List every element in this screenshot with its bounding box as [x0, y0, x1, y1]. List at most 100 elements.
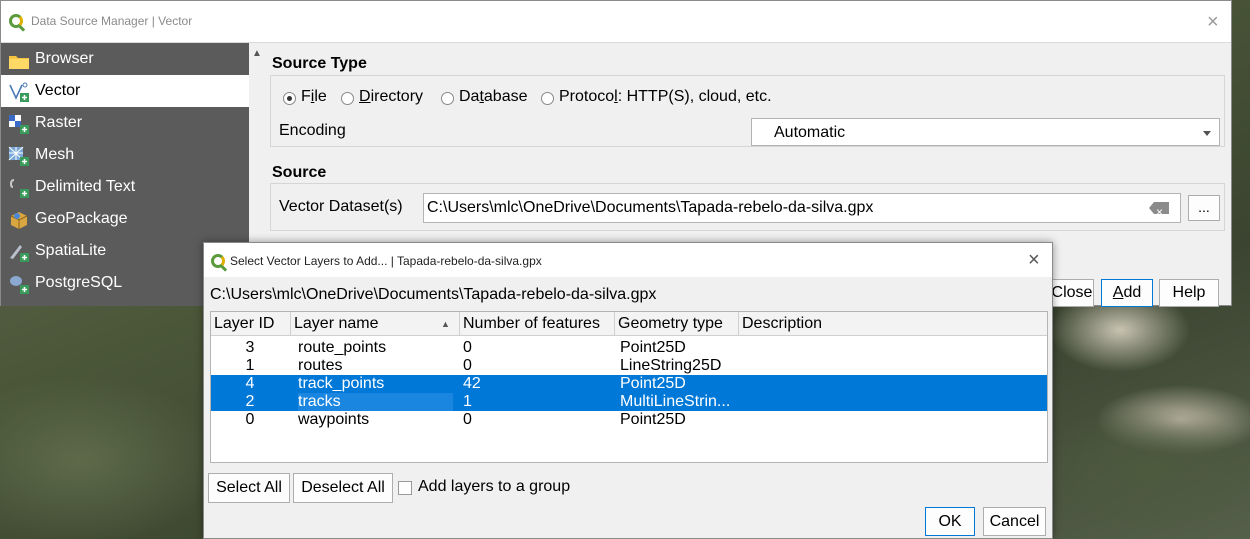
file-radio-label[interactable]: File	[301, 88, 327, 106]
vector-dataset-value: C:\Users\mlc\OneDrive\Documents\Tapada-r…	[427, 199, 874, 216]
description-cell	[744, 393, 1044, 411]
layers-table[interactable]: Layer ID Layer name ▲ Number of features…	[210, 311, 1048, 463]
sidebar-item-label: Raster	[35, 114, 83, 131]
geometry-type-cell: Point25D	[620, 411, 686, 428]
table-row[interactable]: 0 waypoints 0 Point25D	[211, 411, 1047, 429]
close-button[interactable]: Close	[1050, 279, 1094, 307]
description-cell	[744, 339, 1044, 357]
sidebar-item-browser[interactable]: Browser	[1, 43, 249, 75]
description-cell	[744, 375, 1044, 393]
source-group: Vector Dataset(s) C:\Users\mlc\OneDrive\…	[270, 183, 1225, 231]
column-header-description[interactable]: Description	[739, 312, 1047, 336]
protocol-radio-label[interactable]: Protocol: HTTP(S), cloud, etc.	[559, 88, 772, 106]
ok-button[interactable]: OK	[925, 507, 975, 536]
sidebar-item-label: Mesh	[35, 146, 75, 163]
column-header-layer-id[interactable]: Layer ID	[211, 312, 291, 336]
dialog-title-bar: Select Vector Layers to Add... | Tapada-…	[204, 243, 1052, 277]
column-header-number-of-features[interactable]: Number of features	[460, 312, 615, 336]
cancel-button[interactable]: Cancel	[983, 507, 1046, 536]
vector-layer-icon	[8, 82, 30, 102]
directory-radio[interactable]	[341, 92, 354, 105]
postgresql-icon	[8, 274, 30, 294]
browse-button[interactable]: ...	[1188, 195, 1220, 221]
spatialite-icon	[8, 242, 30, 262]
mesh-layer-icon	[8, 146, 30, 166]
layer-name-cell: tracks	[298, 393, 453, 411]
geometry-type-cell: LineString25D	[620, 357, 722, 374]
dialog-title: Select Vector Layers to Add... | Tapada-…	[230, 254, 542, 268]
description-cell	[744, 411, 1044, 429]
protocol-radio[interactable]	[541, 92, 554, 105]
table-row[interactable]: 1 routes 0 LineString25D	[211, 357, 1047, 375]
description-cell	[744, 357, 1044, 375]
dataset-path: C:\Users\mlc\OneDrive\Documents\Tapada-r…	[210, 286, 657, 303]
select-all-button[interactable]: Select All	[208, 473, 290, 503]
database-radio-label[interactable]: Database	[459, 88, 528, 106]
layer-id-cell: 3	[245, 339, 255, 356]
sidebar-item-label: Delimited Text	[35, 178, 136, 195]
geopackage-icon	[8, 210, 30, 229]
geometry-type-cell: MultiLineStrin...	[620, 393, 731, 410]
encoding-value: Automatic	[774, 124, 846, 141]
select-vector-layers-dialog: Select Vector Layers to Add... | Tapada-…	[203, 242, 1053, 539]
sidebar-item-mesh[interactable]: Mesh	[1, 139, 249, 171]
layer-name-cell: routes	[298, 357, 343, 374]
close-icon[interactable]: ×	[1028, 250, 1040, 270]
vector-dataset-label: Vector Dataset(s)	[279, 198, 403, 215]
geometry-type-cell: Point25D	[620, 375, 686, 392]
geometry-type-cell: Point25D	[620, 339, 686, 356]
file-radio[interactable]	[283, 92, 296, 105]
scroll-up-arrow-icon[interactable]: ▲	[250, 45, 264, 63]
column-header-layer-name[interactable]: Layer name ▲	[291, 312, 460, 336]
table-row[interactable]: 3 route_points 0 Point25D	[211, 339, 1047, 357]
source-type-heading: Source Type	[272, 55, 367, 72]
sidebar-item-label: GeoPackage	[35, 210, 128, 227]
database-radio[interactable]	[441, 92, 454, 105]
table-row-selected[interactable]: 2 tracks 1 MultiLineStrin...	[211, 393, 1047, 411]
layer-name-cell: route_points	[298, 339, 387, 356]
directory-radio-label[interactable]: Directory	[359, 88, 423, 106]
raster-layer-icon	[8, 114, 30, 134]
column-header-geometry-type[interactable]: Geometry type	[615, 312, 739, 336]
add-to-group-checkbox[interactable]	[398, 481, 412, 495]
feature-count-cell: 42	[463, 375, 481, 392]
add-to-group-label[interactable]: Add layers to a group	[418, 478, 570, 496]
layer-id-cell: 2	[245, 393, 255, 410]
layer-name-cell: track_points	[298, 375, 385, 392]
chevron-down-icon	[1203, 131, 1211, 136]
table-header: Layer ID Layer name ▲ Number of features…	[211, 312, 1047, 336]
sidebar-item-delimited-text[interactable]: Delimited Text	[1, 171, 249, 203]
folder-icon	[8, 50, 30, 69]
source-heading: Source	[272, 164, 327, 181]
layer-id-cell: 0	[245, 411, 255, 428]
sidebar-item-geopackage[interactable]: GeoPackage	[1, 203, 249, 235]
sidebar-item-label: Browser	[35, 50, 94, 67]
add-button[interactable]: Add	[1101, 279, 1153, 307]
encoding-label: Encoding	[279, 122, 346, 139]
layer-id-cell: 4	[245, 375, 255, 392]
source-type-group: File Directory Database Protocol: HTTP(S…	[270, 75, 1225, 147]
deselect-all-button[interactable]: Deselect All	[293, 473, 393, 503]
sidebar-item-raster[interactable]: Raster	[1, 107, 249, 139]
sidebar-item-label: SpatiaLite	[35, 242, 107, 259]
delimited-text-icon	[8, 178, 30, 198]
column-header-label: Layer name	[294, 315, 379, 332]
title-bar: Data Source Manager | Vector ×	[1, 1, 1231, 43]
layer-id-cell: 1	[245, 357, 255, 374]
close-icon[interactable]: ×	[1207, 12, 1219, 32]
window-title: Data Source Manager | Vector	[31, 14, 193, 28]
feature-count-cell: 1	[463, 393, 472, 410]
feature-count-cell: 0	[463, 357, 472, 374]
sidebar-item-vector[interactable]: Vector	[1, 75, 249, 107]
encoding-select[interactable]: Automatic	[751, 118, 1220, 146]
clear-icon[interactable]	[1149, 202, 1169, 214]
sort-ascending-icon: ▲	[441, 319, 450, 329]
sidebar-item-label: Vector	[35, 82, 81, 99]
feature-count-cell: 0	[463, 339, 472, 356]
qgis-logo-icon	[211, 254, 225, 268]
help-button[interactable]: Help	[1159, 279, 1219, 307]
feature-count-cell: 0	[463, 411, 472, 428]
table-row-selected[interactable]: 4 track_points 42 Point25D	[211, 375, 1047, 393]
sidebar-item-label: PostgreSQL	[35, 274, 123, 291]
vector-dataset-input[interactable]: C:\Users\mlc\OneDrive\Documents\Tapada-r…	[423, 193, 1181, 223]
